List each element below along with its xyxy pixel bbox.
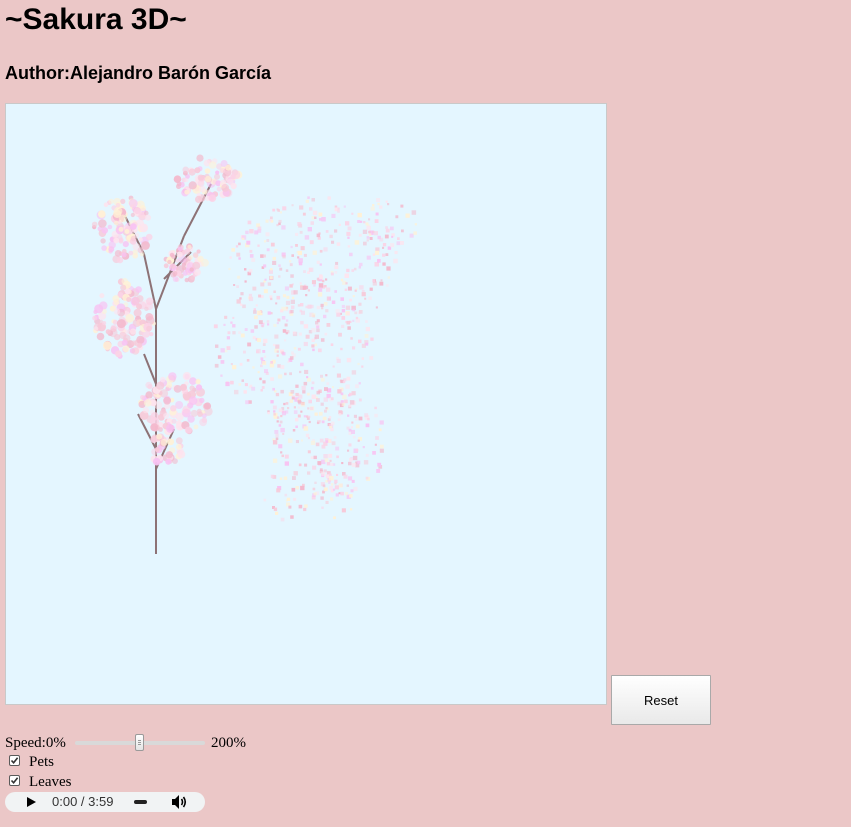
falling-petals [213, 196, 417, 522]
play-icon[interactable] [27, 797, 36, 807]
tree-blossoms [91, 154, 243, 466]
sakura-canvas[interactable] [5, 103, 607, 705]
audio-player: 0:00 / 3:59 [5, 792, 205, 812]
leaves-checkbox[interactable] [9, 775, 20, 786]
speed-max-label: 200% [211, 735, 246, 751]
leaves-label: Leaves [29, 774, 72, 790]
page-title: ~Sakura 3D~ [5, 3, 187, 36]
audio-time-display: 0:00 / 3:59 [52, 794, 114, 809]
pets-label: Pets [29, 754, 55, 770]
speed-min-label: Speed:0% [5, 735, 66, 751]
sakura-scene [91, 154, 417, 554]
speed-slider-thumb[interactable] [135, 734, 144, 751]
speed-slider[interactable] [75, 734, 205, 752]
tree-branches [123, 183, 212, 554]
pets-checkbox[interactable] [9, 755, 20, 766]
audio-progress-bar[interactable] [134, 800, 147, 804]
volume-icon[interactable] [170, 794, 188, 810]
reset-button[interactable]: Reset [611, 675, 711, 725]
author-credit: Author:Alejandro Barón García [5, 63, 272, 83]
